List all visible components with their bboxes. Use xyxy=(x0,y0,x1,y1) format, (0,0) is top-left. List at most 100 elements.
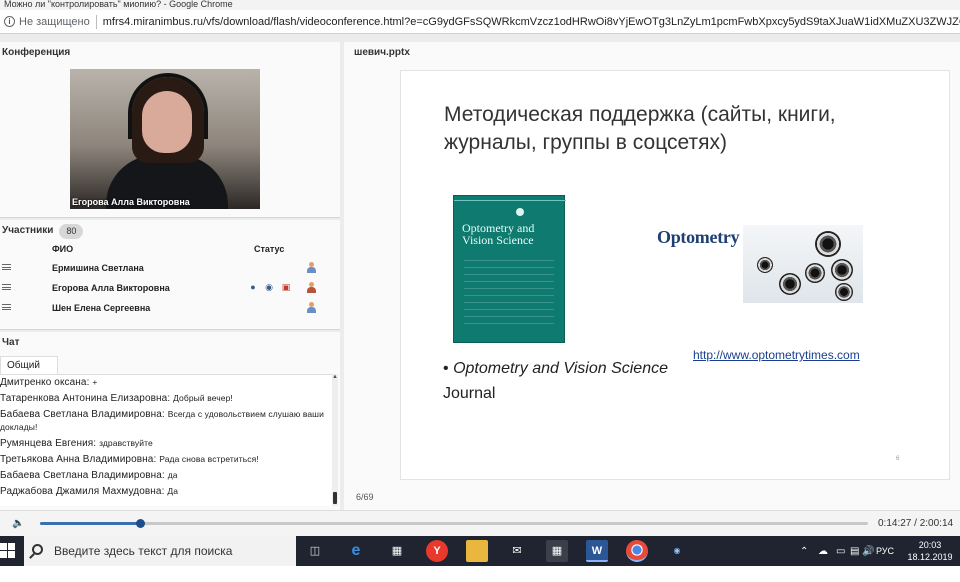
scrollbar-thumb[interactable] xyxy=(333,492,337,504)
cloud-icon[interactable]: ☁ xyxy=(818,546,828,557)
calculator-icon[interactable]: ▦ xyxy=(546,540,568,562)
conference-header: Конференция xyxy=(2,47,71,58)
slide-title: Методическая поддержка (сайты, книги, жу… xyxy=(444,103,836,154)
drag-handle-icon[interactable] xyxy=(2,284,11,290)
message-text: Рада снова встретиться! xyxy=(159,454,259,464)
chat-message: Дмитренко оксана: + xyxy=(0,375,332,391)
network-icon[interactable]: ▤ xyxy=(850,546,859,557)
slide[interactable]: Методическая поддержка (сайты, книги, жу… xyxy=(400,70,950,480)
window-title-bar: Можно ли "контролировать" миопию? - Goog… xyxy=(0,0,960,10)
presentation-panel: шевич.pptx Методическая поддержка (сайты… xyxy=(344,42,960,510)
chat-message: Румянцева Евгения: здравствуйте xyxy=(0,436,332,452)
lens-icon xyxy=(831,259,853,281)
chat-message: Третьякова Анна Владимировна: Рада снова… xyxy=(0,452,332,468)
user-icon xyxy=(306,302,316,314)
lens-icon xyxy=(779,273,801,295)
file-explorer-icon[interactable] xyxy=(466,540,488,562)
language-indicator[interactable]: РУС xyxy=(876,546,894,556)
taskbar-clock[interactable]: 20:03 18.12.2019 xyxy=(902,539,958,563)
chat-panel: Чат Общий Дмитренко оксана: + Татаренков… xyxy=(0,332,340,510)
speaker-user-icon xyxy=(306,282,316,294)
column-status[interactable]: Статус xyxy=(254,244,284,254)
optometry-times-link[interactable]: http://www.optometrytimes.com xyxy=(693,348,860,362)
chat-header: Чат xyxy=(2,337,20,348)
bullet-marker: • xyxy=(443,360,449,377)
participant-row[interactable]: Егорова Алла Викторовна ● ◉ ▣ xyxy=(0,278,340,298)
store-icon[interactable]: ▦ xyxy=(386,540,408,562)
speaker-caption: Егорова Алла Викторовна xyxy=(72,197,190,207)
journal-cover-image: Optometry and Vision Science xyxy=(453,195,566,343)
progress-knob[interactable] xyxy=(135,519,145,528)
participant-row[interactable]: Шен Елена Сергеевна xyxy=(0,298,340,318)
message-author: Татаренкова Антонина Елизаровна: xyxy=(0,393,171,404)
search-placeholder: Введите здесь текст для поиска xyxy=(54,544,233,558)
speaker-icon[interactable]: 🔊 xyxy=(862,546,874,557)
address-bar[interactable]: i Не защищено mfrs4.miranimbus.ru/vfs/do… xyxy=(0,10,960,34)
message-author: Бабаева Светлана Владимировна: xyxy=(0,409,165,420)
bottom-strip xyxy=(0,566,960,582)
windows-start-icon[interactable] xyxy=(0,543,16,559)
column-name[interactable]: ФИО xyxy=(52,244,73,254)
message-text: Да xyxy=(167,486,179,496)
chrome-icon[interactable] xyxy=(626,540,648,562)
volume-icon[interactable]: 🔈 xyxy=(12,519,24,529)
message-text: да xyxy=(167,470,178,480)
clock-date: 18.12.2019 xyxy=(907,552,953,562)
message-author: Третьякова Анна Владимировна: xyxy=(0,454,157,465)
message-author: Дмитренко оксана: xyxy=(0,377,90,388)
chevron-up-icon[interactable]: ⌃ xyxy=(800,546,808,557)
bullet-italic: Optometry and Vision Science xyxy=(453,360,668,377)
journal-bullet: • Optometry and Vision Science Journal xyxy=(443,356,668,406)
presentation-file-title: шевич.pptx xyxy=(354,47,410,58)
chat-message: Бабаева Светлана Владимировна: Всегда с … xyxy=(0,407,332,436)
lens-icon xyxy=(835,283,853,301)
progress-track[interactable] xyxy=(40,519,868,528)
search-icon xyxy=(32,544,43,555)
address-separator xyxy=(95,14,97,29)
app-icon[interactable]: ◉ xyxy=(666,540,688,562)
playback-bar: 🔈 0:14:27 / 2:00:14 xyxy=(0,510,960,536)
message-author: Раджабова Джамиля Махмудовна: xyxy=(0,486,165,497)
conference-panel: Конференция Егорова Алла Викторовна xyxy=(0,42,340,218)
journal-logo-icon xyxy=(516,208,524,216)
drag-handle-icon[interactable] xyxy=(2,264,11,270)
message-text: здравствуйте xyxy=(99,438,153,448)
participants-columns: ФИО Статус xyxy=(0,242,340,258)
word-icon[interactable]: W xyxy=(586,540,608,562)
security-label[interactable]: Не защищено xyxy=(19,16,90,28)
participant-row[interactable]: Ермишина Светлана xyxy=(0,258,340,278)
windows-taskbar: Введите здесь текст для поиска ◫ e ▦ Y ✉… xyxy=(0,536,960,566)
mail-icon[interactable]: ✉ xyxy=(506,540,528,562)
message-text: + xyxy=(92,377,98,387)
info-icon[interactable]: i xyxy=(4,16,15,27)
videoconference-app: Конференция Егорова Алла Викторовна Учас… xyxy=(0,34,960,510)
screen-share-icon[interactable]: ▣ xyxy=(281,282,291,292)
user-icon xyxy=(306,262,316,274)
scroll-up-icon[interactable]: ▲ xyxy=(332,374,338,380)
slide-corner-number: 6 xyxy=(896,456,900,462)
chat-messages[interactable]: Дмитренко оксана: + Татаренкова Антонина… xyxy=(0,374,332,506)
participants-title: Участники xyxy=(2,225,54,236)
participant-name: Егорова Алла Викторовна xyxy=(52,283,170,293)
lens-icon xyxy=(815,231,841,257)
webcam-icon[interactable]: ◉ xyxy=(264,282,274,292)
slide-counter: 6/69 xyxy=(356,492,374,502)
chat-scrollbar[interactable]: ▲ xyxy=(332,374,338,506)
progress-fill xyxy=(40,522,140,525)
chat-message: Раджабова Джамиля Махмудовна: Да xyxy=(0,484,332,500)
edge-icon[interactable]: e xyxy=(345,540,367,562)
participants-panel: Участники 80 ФИО Статус Ермишина Светлан… xyxy=(0,220,340,330)
url-text[interactable]: mfrs4.miranimbus.ru/vfs/download/flash/v… xyxy=(103,16,960,28)
taskbar-search[interactable]: Введите здесь текст для поиска xyxy=(24,536,296,566)
chat-tab-general[interactable]: Общий xyxy=(0,356,58,374)
speaker-video[interactable]: Егорова Алла Викторовна xyxy=(70,69,260,209)
drag-handle-icon[interactable] xyxy=(2,304,11,310)
task-view-icon[interactable]: ◫ xyxy=(304,540,326,562)
message-author: Румянцева Евгения: xyxy=(0,438,97,449)
chat-message: Бабаева Светлана Владимировна: да xyxy=(0,468,332,484)
yandex-browser-icon[interactable]: Y xyxy=(426,540,448,562)
microphone-icon[interactable]: ● xyxy=(248,282,258,292)
participant-name: Шен Елена Сергеевна xyxy=(52,303,151,313)
battery-icon[interactable]: ▭ xyxy=(836,546,845,557)
window-title: Можно ли "контролировать" миопию? - Goog… xyxy=(4,0,233,9)
